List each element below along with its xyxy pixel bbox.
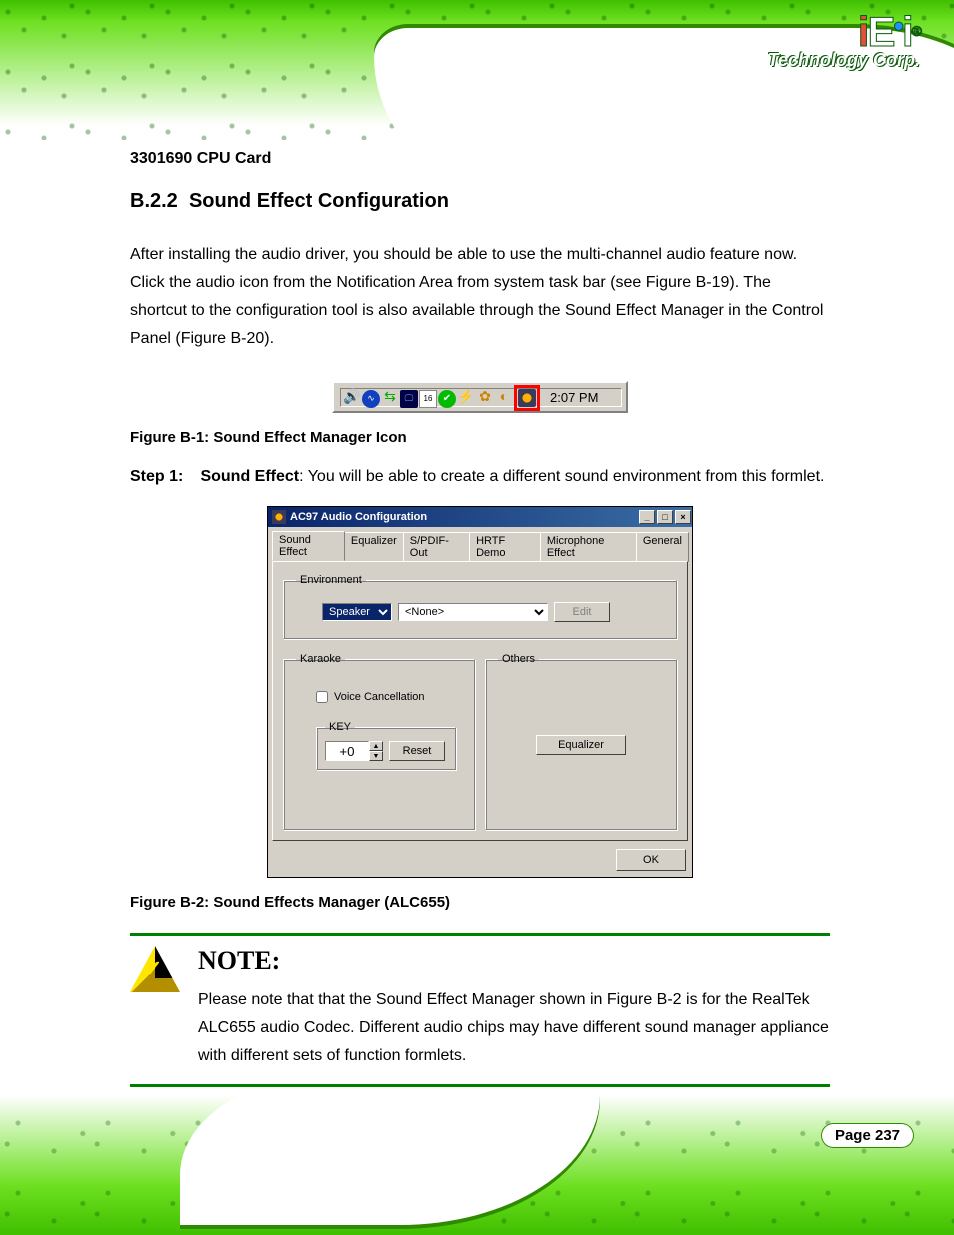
tab-panel-sound-effect: Environment Speaker <None> Edit Karaoke — [272, 561, 688, 841]
ac97-dialog: AC97 Audio Configuration _ □ × Sound Eff… — [267, 506, 693, 878]
audio-config-icon[interactable] — [518, 389, 536, 407]
company-logo: iE•i® Technology Corp. — [768, 8, 920, 71]
note-rule-top — [130, 933, 830, 936]
group-environment: Environment Speaker <None> Edit — [283, 574, 677, 639]
speaker-select[interactable]: Speaker — [322, 603, 392, 621]
caption-dialog: Figure B-2: Sound Effects Manager (ALC65… — [130, 894, 830, 911]
section-title-text: Sound Effect Configuration — [189, 190, 449, 212]
display-icon[interactable]: 🖵 — [400, 390, 418, 408]
document-body: 3301690 CPU Card B.2.2 Sound Effect Conf… — [130, 150, 830, 1097]
wave-icon[interactable]: ∿ — [362, 390, 380, 408]
figure-systray: 🔊∿⇆🖵16✔⚡✿◐ 2:07 PM — [130, 381, 830, 413]
figure-ac97-dialog: AC97 Audio Configuration _ □ × Sound Eff… — [130, 506, 830, 878]
tab-hrtf-demo[interactable]: HRTF Demo — [469, 532, 541, 562]
system-tray: 🔊∿⇆🖵16✔⚡✿◐ 2:07 PM — [332, 381, 628, 413]
close-button[interactable]: × — [675, 510, 691, 524]
intro-paragraph: After installing the audio driver, you s… — [130, 241, 830, 353]
voice-cancellation-label: Voice Cancellation — [334, 691, 425, 703]
note-rule-bottom — [130, 1084, 830, 1087]
product-model: 3301690 CPU Card — [130, 150, 830, 168]
step-1: Step 1: Sound Effect: You will be able t… — [130, 468, 830, 486]
step-bold: Sound Effect — [200, 468, 299, 485]
tab-s-pdif-out[interactable]: S/PDIF-Out — [403, 532, 470, 562]
group-others: Others Equalizer — [485, 653, 677, 830]
note-body: Please note that that the Sound Effect M… — [198, 986, 830, 1070]
equalizer-button[interactable]: Equalizer — [536, 735, 626, 755]
voice-cancellation-checkbox[interactable] — [316, 691, 328, 703]
dialog-title: AC97 Audio Configuration — [290, 511, 427, 523]
calendar-icon[interactable]: 16 — [419, 390, 437, 408]
group-key-label: KEY — [325, 721, 355, 733]
key-value-input[interactable] — [325, 741, 369, 761]
group-others-label: Others — [498, 653, 539, 665]
group-karaoke-label: Karaoke — [296, 653, 345, 665]
audio-icon-highlight — [514, 385, 540, 411]
section-number: B.2.2 — [130, 190, 178, 212]
voice-cancellation-row[interactable]: Voice Cancellation — [316, 691, 462, 703]
bolt-icon[interactable]: ⚡ — [457, 388, 475, 406]
note-block: NOTE: Please note that that the Sound Ef… — [130, 946, 830, 1070]
titlebar-icon — [272, 510, 286, 524]
page-header-decor: iE•i® Technology Corp. — [0, 0, 954, 140]
section-heading: B.2.2 Sound Effect Configuration — [130, 190, 830, 213]
key-spinner: ▲ ▼ — [325, 741, 383, 761]
dialog-titlebar: AC97 Audio Configuration _ □ × — [268, 507, 692, 527]
group-key: KEY ▲ ▼ Reset — [316, 721, 456, 770]
volume-icon[interactable]: 🔊 — [343, 388, 361, 406]
note-title: NOTE: — [198, 946, 830, 976]
page-number: Page 237 — [821, 1123, 914, 1148]
tab-equalizer[interactable]: Equalizer — [344, 532, 404, 562]
key-down-button[interactable]: ▼ — [369, 751, 383, 761]
step-number: Step 1: — [130, 468, 196, 486]
edit-button[interactable]: Edit — [554, 602, 610, 622]
note-icon — [130, 946, 180, 992]
step-text: Sound Effect: You will be able to create… — [200, 468, 824, 485]
key-up-button[interactable]: ▲ — [369, 741, 383, 751]
ok-button[interactable]: OK — [616, 849, 686, 871]
misc-icon[interactable]: ◐ — [495, 387, 513, 405]
page-footer-decor: Page 237 — [0, 1095, 954, 1235]
step-rest: : You will be able to create a different… — [299, 468, 824, 485]
minimize-button[interactable]: _ — [639, 510, 655, 524]
paw-icon[interactable]: ✿ — [476, 388, 494, 406]
tab-general[interactable]: General — [636, 532, 689, 562]
shield-icon[interactable]: ✔ — [438, 390, 456, 408]
tab-microphone-effect[interactable]: Microphone Effect — [540, 532, 637, 562]
logo-mark: iE•i® — [858, 8, 920, 55]
environment-select[interactable]: <None> — [398, 603, 548, 621]
reset-button[interactable]: Reset — [389, 741, 445, 761]
network-icon[interactable]: ⇆ — [381, 388, 399, 406]
caption-systray: Figure B-1: Sound Effect Manager Icon — [130, 429, 830, 446]
system-tray-inner: 🔊∿⇆🖵16✔⚡✿◐ 2:07 PM — [340, 388, 622, 407]
tab-sound-effect[interactable]: Sound Effect — [272, 531, 345, 561]
tray-clock: 2:07 PM — [550, 390, 598, 405]
group-karaoke: Karaoke Voice Cancellation KEY — [283, 653, 475, 830]
dialog-tabs: Sound EffectEqualizerS/PDIF-OutHRTF Demo… — [268, 527, 692, 561]
maximize-button[interactable]: □ — [657, 510, 673, 524]
group-environment-label: Environment — [296, 574, 366, 586]
